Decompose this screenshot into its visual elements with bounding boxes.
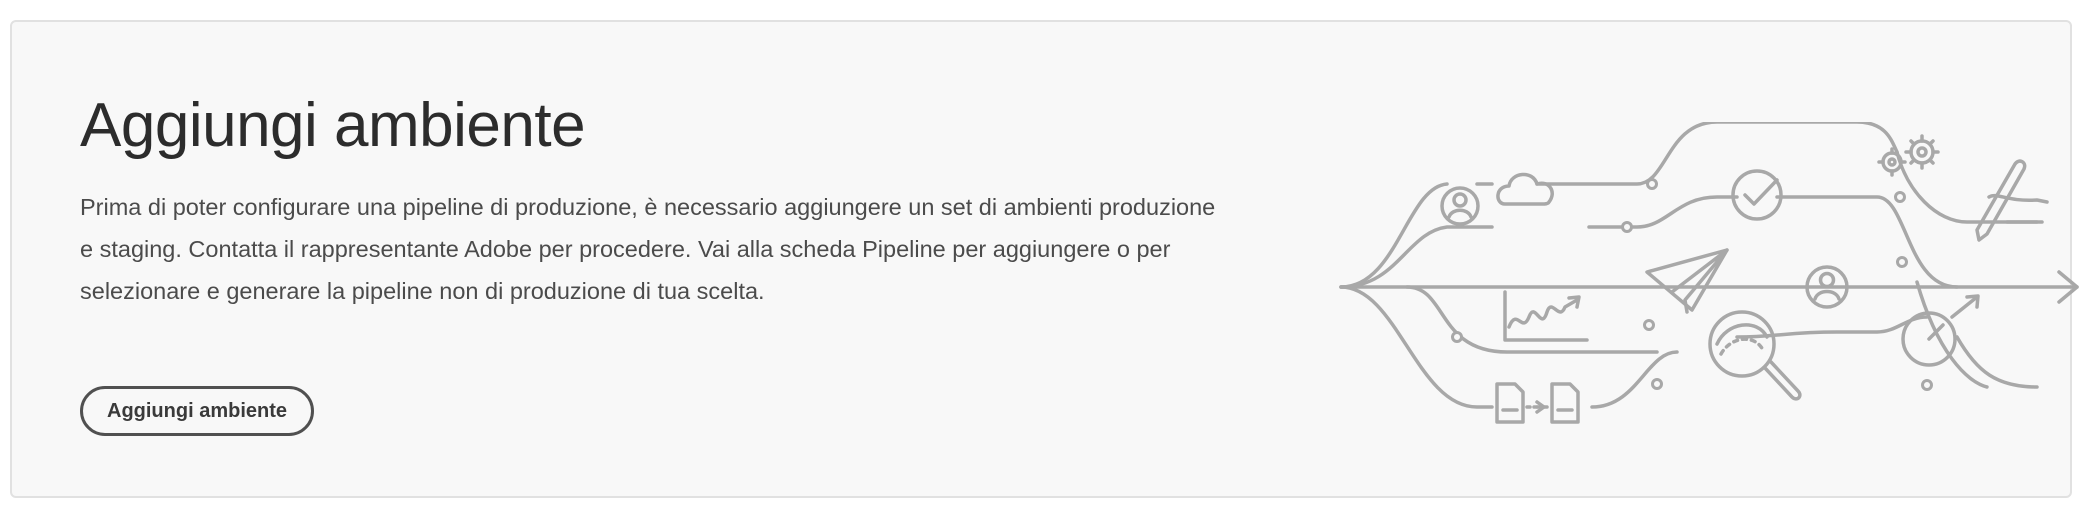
magnifier-icon	[1708, 310, 1802, 401]
document-icon	[1550, 382, 1580, 424]
arrow-icon	[1525, 400, 1546, 414]
add-environment-button[interactable]: Aggiungi ambiente	[80, 386, 314, 436]
document-icon	[1495, 382, 1525, 424]
user-icon	[1440, 186, 1480, 226]
pipeline-illustration	[1339, 122, 2079, 424]
pen-icon	[1975, 159, 2049, 242]
gears-icon	[1877, 134, 1940, 177]
cloud-icon	[1496, 172, 1554, 206]
check-icon	[1731, 169, 1783, 221]
pipeline-nodes	[1451, 178, 1933, 391]
card-title: Aggiungi ambiente	[80, 91, 586, 160]
card-description: Prima di poter configurare una pipeline …	[80, 194, 1216, 304]
empty-state-card: Aggiungi ambiente Prima di poter configu…	[10, 20, 2079, 498]
chart-icon	[1503, 290, 1589, 342]
paper-plane-icon	[1645, 248, 1729, 314]
